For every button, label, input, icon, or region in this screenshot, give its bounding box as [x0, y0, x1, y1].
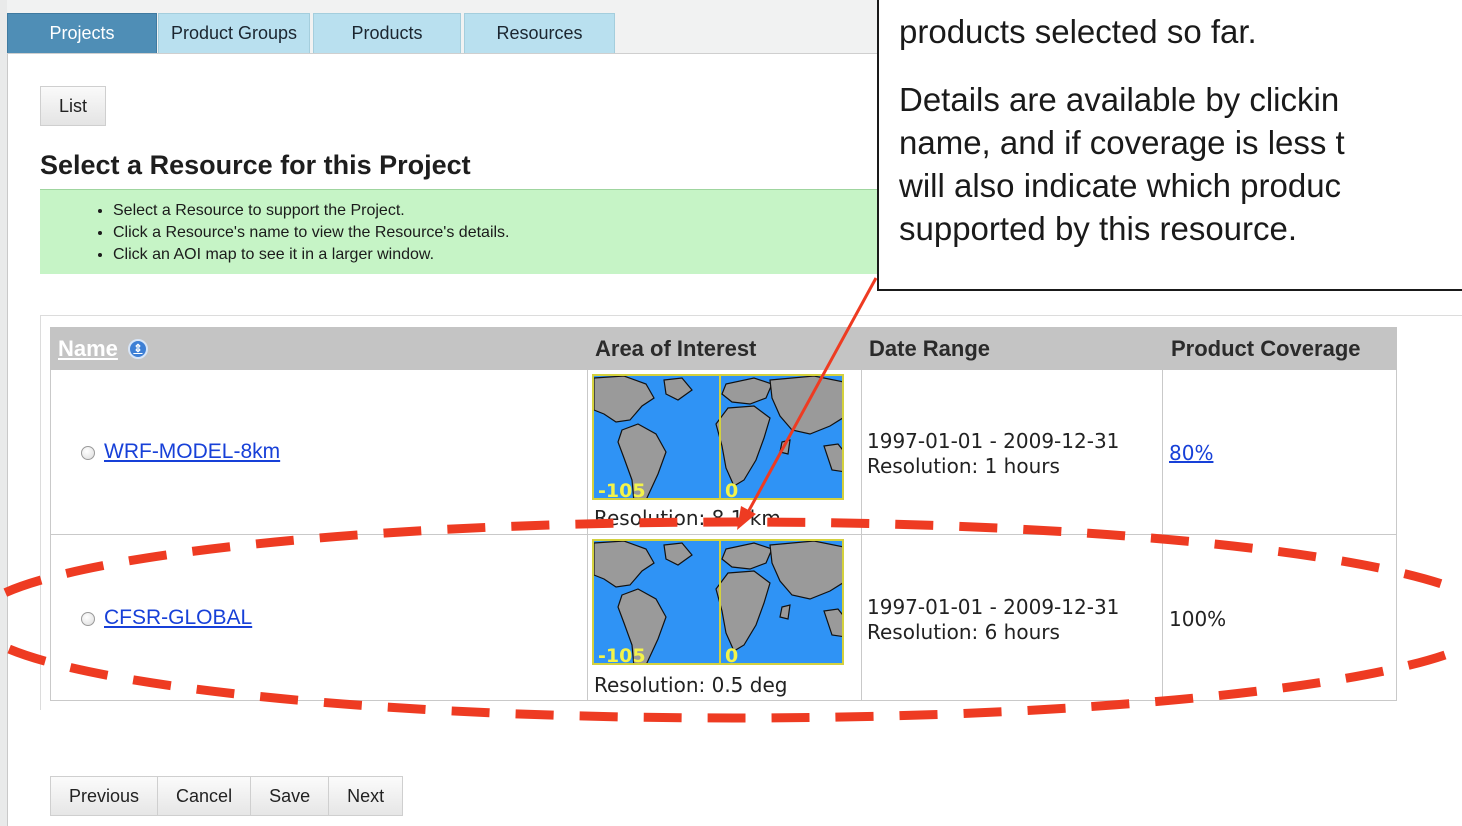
column-header-name[interactable]: Name ⇕ — [50, 327, 586, 370]
instruction-item: Click a Resource's name to view the Reso… — [113, 222, 920, 244]
callout-line: products selected so far. — [899, 13, 1257, 50]
left-edge — [0, 0, 8, 826]
aoi-map[interactable]: -105 0 — [592, 539, 844, 665]
app-window: Projects Product Groups Products Resourc… — [0, 0, 1462, 826]
instructions-panel: Select a Resource to support the Project… — [40, 189, 920, 274]
tab-projects[interactable]: Projects — [7, 13, 157, 53]
save-button[interactable]: Save — [251, 777, 330, 815]
date-resolution: Resolution: 1 hours — [867, 454, 1060, 478]
tab-products[interactable]: Products — [313, 13, 461, 53]
callout-line: Details are available by clickin — [899, 81, 1340, 118]
tab-product-groups[interactable]: Product Groups — [158, 13, 310, 53]
aoi-longitude-right: 0 — [725, 645, 739, 665]
row-divider — [50, 534, 1397, 535]
column-header-aoi: Area of Interest — [595, 335, 757, 361]
aoi-map[interactable]: -105 0 — [592, 374, 844, 500]
table-divider — [1162, 370, 1163, 701]
coverage-value: 100% — [1169, 607, 1227, 631]
aoi-longitude-left: -105 — [598, 480, 646, 500]
wizard-button-bar: Previous Cancel Save Next — [50, 776, 404, 816]
column-header-coverage: Product Coverage — [1171, 335, 1361, 361]
next-button[interactable]: Next — [329, 777, 403, 815]
date-resolution: Resolution: 6 hours — [867, 620, 1060, 644]
tab-bar: Projects Product Groups Products Resourc… — [7, 0, 877, 54]
date-range-value: 1997-01-01 - 2009-12-31 — [867, 429, 1120, 453]
sort-icon[interactable]: ⇕ — [127, 338, 148, 359]
list-button[interactable]: List — [40, 86, 106, 126]
instruction-item: Click an AOI map to see it in a larger w… — [113, 244, 920, 266]
resource-radio[interactable] — [81, 446, 95, 460]
annotation-callout: products selected so far. Details are av… — [877, 0, 1462, 291]
aoi-longitude-right: 0 — [725, 480, 739, 500]
aoi-resolution: Resolution: 0.5 deg — [594, 673, 788, 697]
date-range-value: 1997-01-01 - 2009-12-31 — [867, 595, 1120, 619]
page-title: Select a Resource for this Project — [40, 150, 471, 180]
coverage-link[interactable]: 80% — [1169, 441, 1213, 465]
aoi-resolution: Resolution: 8.1 km — [594, 506, 781, 530]
table-bottom-border — [50, 700, 1397, 701]
cancel-button[interactable]: Cancel — [158, 777, 252, 815]
column-header-name-label[interactable]: Name — [58, 336, 118, 362]
instruction-item: Select a Resource to support the Project… — [113, 200, 920, 222]
table-divider — [861, 370, 862, 701]
callout-line: will also indicate which produc — [899, 167, 1342, 204]
resource-name-link[interactable]: CFSR-GLOBAL — [104, 606, 252, 630]
resource-radio[interactable] — [81, 612, 95, 626]
table-divider — [587, 370, 588, 701]
resource-name-link[interactable]: WRF-MODEL-8km — [104, 440, 280, 464]
callout-line: supported by this resource. — [899, 210, 1298, 247]
aoi-longitude-left: -105 — [598, 645, 646, 665]
tab-resources[interactable]: Resources — [464, 13, 615, 53]
table-header: Name ⇕ Area of Interest Date Range Produ… — [50, 327, 1397, 370]
callout-line: name, and if coverage is less t — [899, 124, 1345, 161]
table-border — [1396, 370, 1397, 701]
column-header-date-range: Date Range — [869, 335, 991, 361]
table-border — [50, 370, 51, 701]
previous-button[interactable]: Previous — [51, 777, 159, 815]
